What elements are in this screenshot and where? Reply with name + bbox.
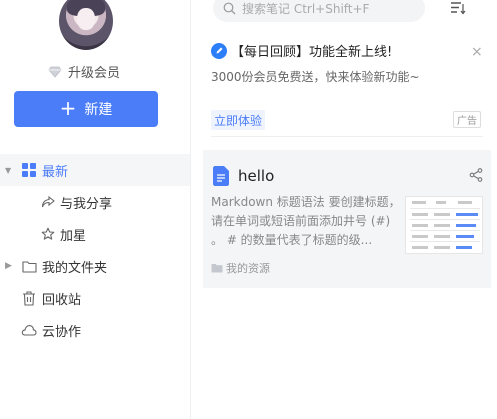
note-card[interactable]: hello Markdown 标题语法 要创建标题，请在单词或短语前面添加井号 … (203, 150, 491, 288)
divider (211, 136, 483, 137)
trash-icon (21, 290, 37, 306)
new-button-label: 新建 (84, 102, 113, 118)
upgrade-label: 升级会员 (68, 66, 121, 81)
avatar[interactable] (59, 0, 113, 50)
sidebar-nav: ▼ 最新 与我分享 加星 ▶ 我的文件夹 回收站 云协作 (0, 154, 190, 346)
sidebar-item-shared[interactable]: 与我分享 (0, 186, 190, 218)
note-list-panel: 搜索笔记 Ctrl+Shift+F 【每日回顾】功能全新上线! × 3000份会… (191, 0, 497, 419)
search-icon (223, 2, 236, 14)
diamond-icon (48, 66, 62, 78)
banner-title-text: 【每日回顾】功能全新上线! (231, 45, 393, 60)
pen-icon (211, 42, 227, 59)
folder-icon (21, 258, 37, 274)
search-placeholder: 搜索笔记 Ctrl+Shift+F (242, 1, 370, 16)
document-icon (213, 166, 229, 186)
note-thumbnail (405, 196, 483, 254)
sidebar-item-trash[interactable]: 回收站 (0, 282, 190, 314)
note-folder-label: 我的资源 (226, 262, 270, 275)
note-title: hello (238, 167, 275, 185)
grid-icon (21, 162, 37, 178)
new-note-button[interactable]: + 新建 (14, 91, 158, 127)
close-icon[interactable]: × (471, 44, 483, 60)
note-folder[interactable]: 我的资源 (211, 260, 270, 276)
note-excerpt: Markdown 标题语法 要创建标题，请在单词或短语前面添加井号 (#) 。 … (211, 195, 401, 247)
folder-icon (211, 264, 223, 273)
banner-title[interactable]: 【每日回顾】功能全新上线! (211, 41, 392, 60)
upgrade-vip-link[interactable]: 升级会员 (48, 62, 120, 81)
sort-list-icon[interactable] (450, 0, 466, 16)
sidebar-item-label: 与我分享 (60, 196, 113, 212)
try-now-button[interactable]: 立即体验 (211, 110, 266, 130)
sidebar-item-starred[interactable]: 加星 (0, 218, 190, 250)
sidebar-item-label: 回收站 (42, 292, 82, 308)
caret-down-icon[interactable]: ▼ (5, 166, 11, 175)
sidebar-item-cloud-collab[interactable]: 云协作 (0, 314, 190, 346)
banner-subtitle: 3000份会员免费送，快来体验新功能~ (211, 70, 420, 84)
sidebar: 升级会员 + 新建 ▼ 最新 与我分享 加星 ▶ 我的文件夹 回收站 云协作 (0, 0, 190, 419)
star-icon (40, 226, 56, 242)
share-icon[interactable] (469, 168, 483, 182)
sidebar-item-my-folders[interactable]: ▶ 我的文件夹 (0, 250, 190, 282)
app-window: 升级会员 + 新建 ▼ 最新 与我分享 加星 ▶ 我的文件夹 回收站 云协作 搜… (0, 0, 497, 419)
ad-badge: 广告 (453, 111, 481, 128)
sidebar-item-label: 最新 (42, 164, 69, 180)
sidebar-item-label: 我的文件夹 (42, 260, 108, 276)
caret-right-icon[interactable]: ▶ (5, 261, 12, 271)
cloud-icon (21, 322, 37, 338)
search-input[interactable]: 搜索笔记 Ctrl+Shift+F (213, 0, 425, 22)
sidebar-item-label: 云协作 (42, 324, 82, 340)
sidebar-item-label: 加星 (60, 228, 87, 244)
share-arrow-icon (40, 194, 56, 210)
plus-icon: + (59, 96, 77, 120)
sidebar-item-latest[interactable]: ▼ 最新 (0, 154, 190, 186)
